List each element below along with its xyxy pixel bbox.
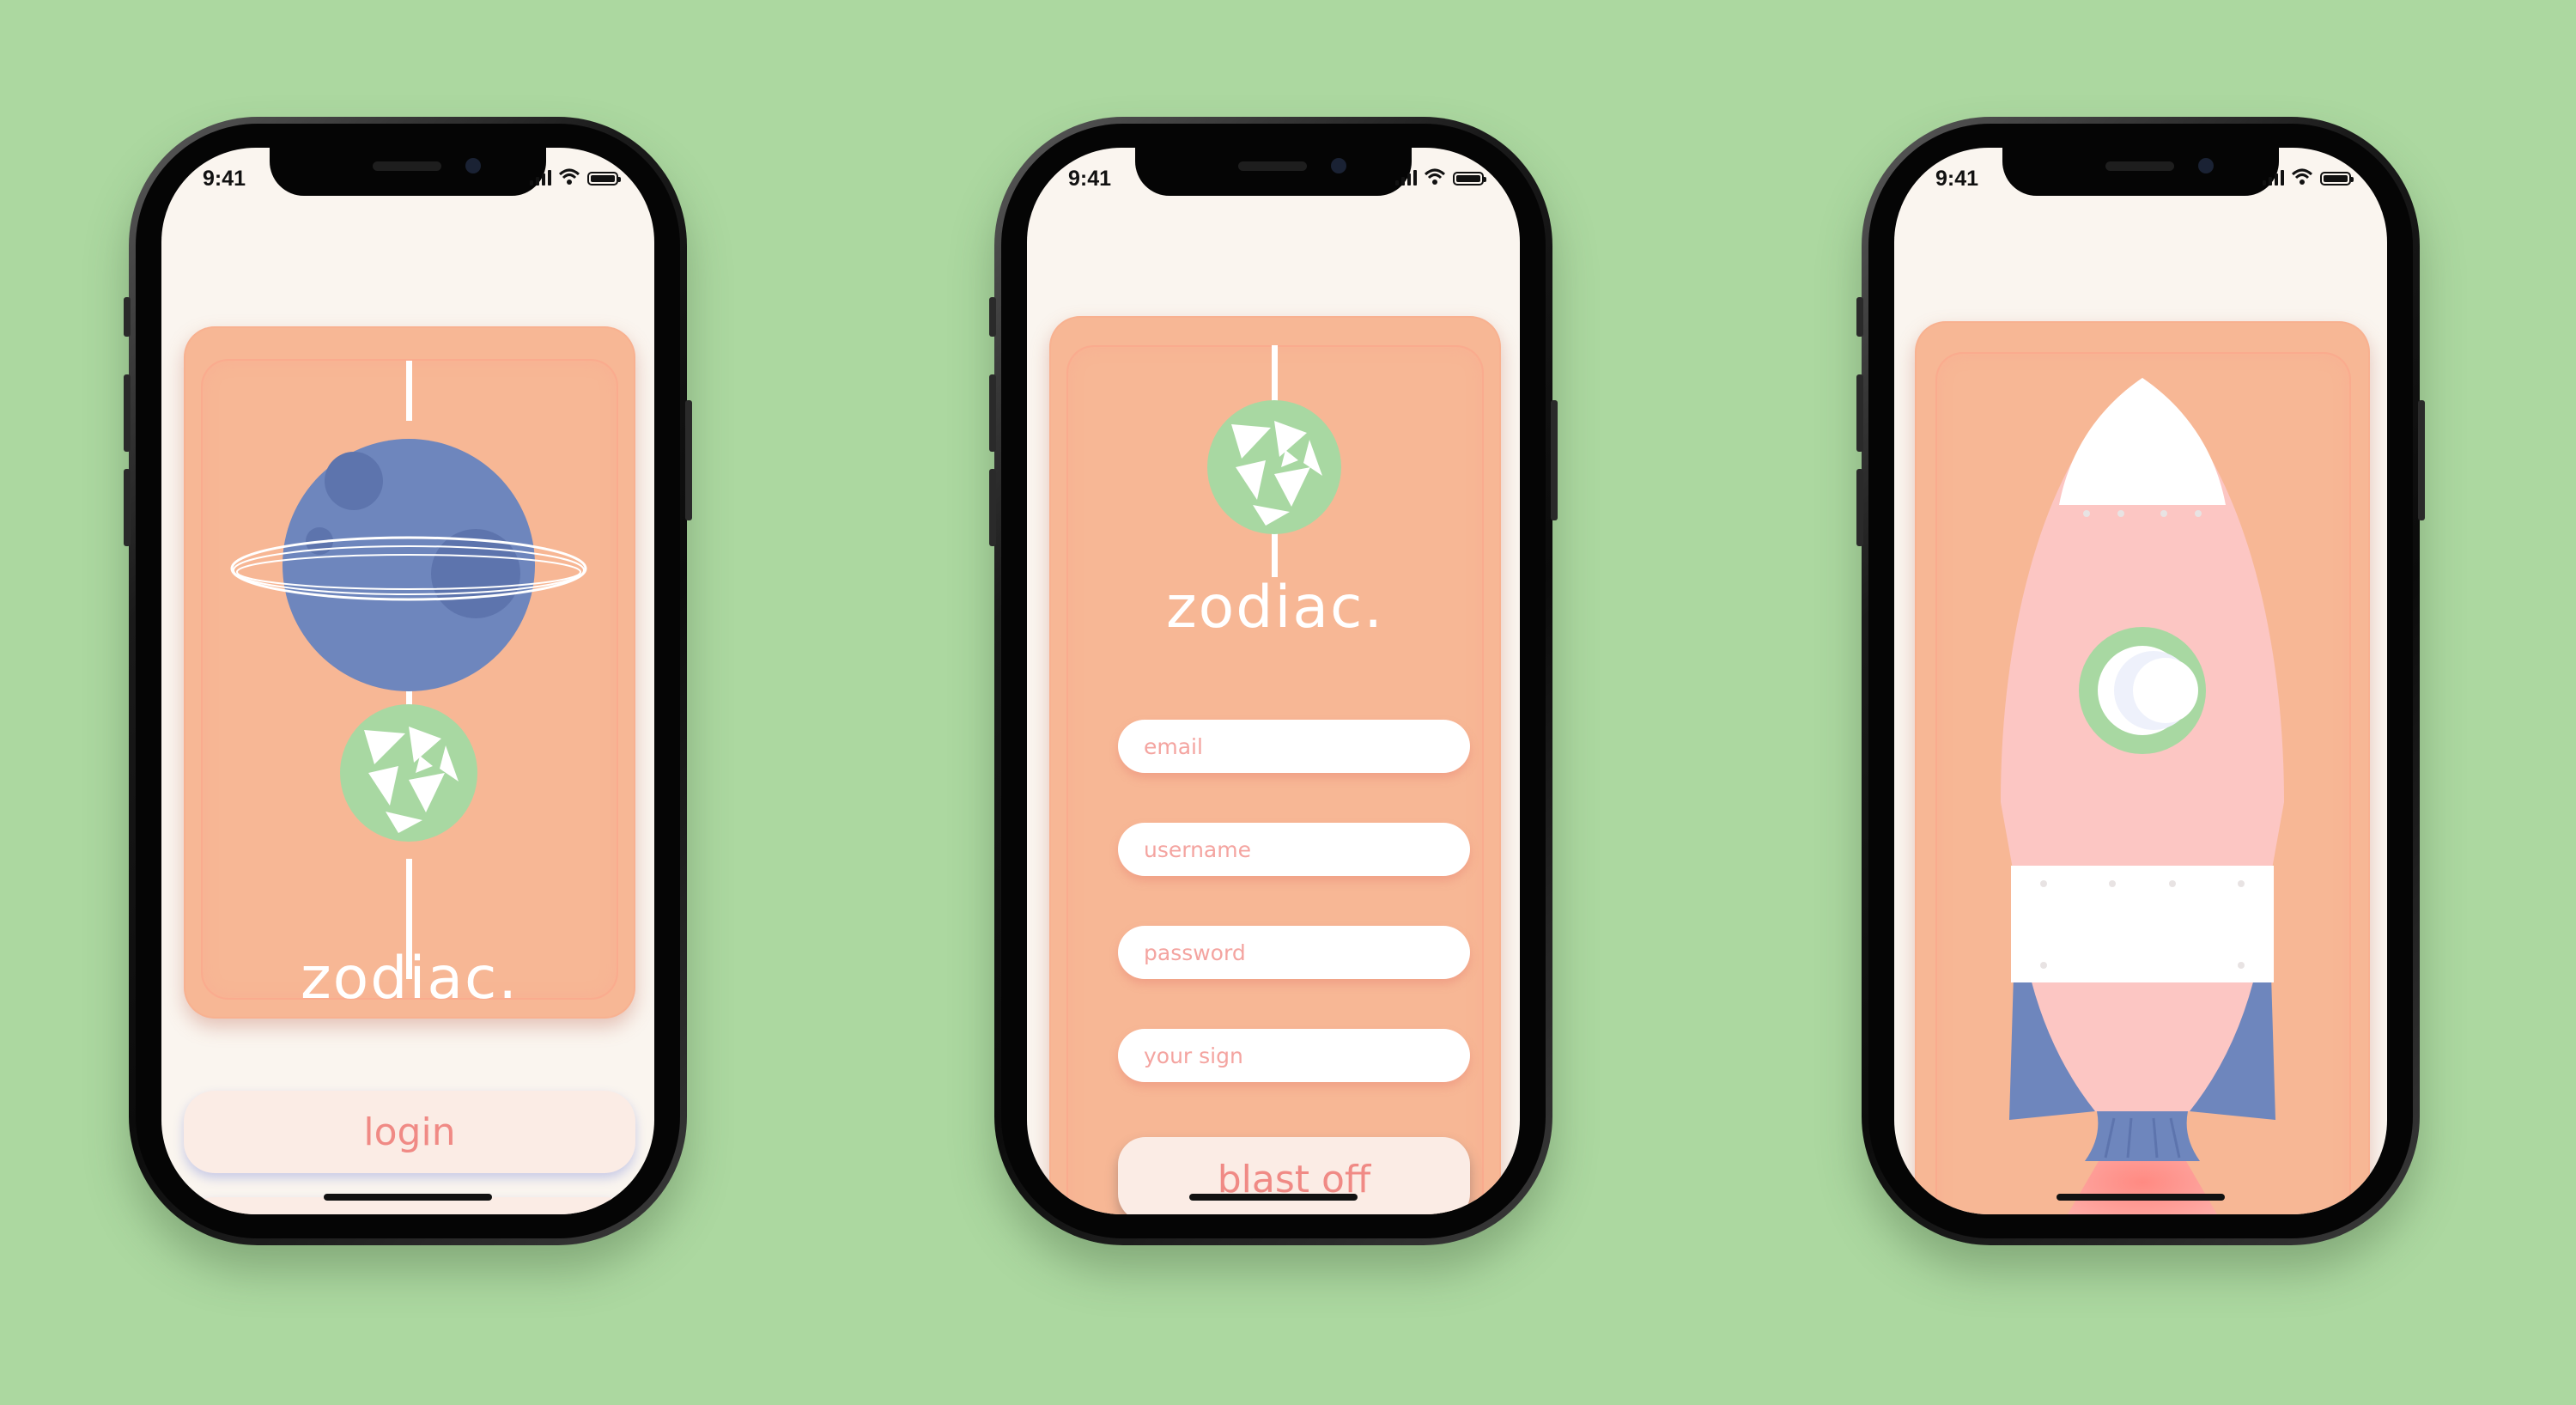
notch — [270, 148, 546, 196]
home-indicator — [1189, 1194, 1358, 1201]
signup-screen: 9:41 zodiac. email username password you… — [1027, 148, 1520, 1214]
rocket-screen: 9:41 — [1894, 148, 2387, 1214]
signal-icon — [530, 168, 551, 186]
hero-card: zodiac. — [184, 326, 635, 1019]
status-time: 9:41 — [1935, 167, 1979, 191]
login-button[interactable]: login — [184, 1091, 635, 1173]
username-field[interactable]: username — [1118, 823, 1470, 876]
phone-frame-welcome: 9:41 zodiac. login — [124, 117, 692, 1245]
status-time: 9:41 — [1068, 167, 1112, 191]
brand-logo: zodiac. — [1165, 574, 1385, 642]
battery-icon — [587, 172, 621, 186]
signup-card: zodiac. email username password your sig… — [1049, 316, 1501, 1214]
home-indicator — [2057, 1194, 2225, 1201]
phone-frame-rocket: 9:41 — [1856, 117, 2425, 1245]
rocket-illustration — [2001, 378, 2284, 1214]
status-icons — [2263, 168, 2354, 186]
planet-illustration — [230, 361, 587, 979]
signal-icon — [1395, 168, 1417, 186]
notch — [1135, 148, 1412, 196]
wifi-icon — [1424, 168, 1446, 185]
wifi-icon — [2291, 168, 2313, 185]
username-placeholder: username — [1144, 836, 1251, 862]
signal-icon — [2263, 168, 2284, 186]
battery-icon — [1453, 172, 1486, 186]
sign-placeholder: your sign — [1144, 1043, 1243, 1068]
status-icons — [530, 168, 621, 186]
rocket-card — [1915, 321, 2370, 1214]
password-placeholder: password — [1144, 940, 1246, 965]
home-indicator — [324, 1194, 492, 1201]
email-field[interactable]: email — [1118, 720, 1470, 773]
welcome-screen: 9:41 zodiac. login — [161, 148, 654, 1214]
wifi-icon — [558, 168, 580, 185]
sign-field[interactable]: your sign — [1118, 1029, 1470, 1082]
brand-logo: zodiac. — [300, 945, 519, 1013]
notch — [2002, 148, 2279, 196]
battery-icon — [2320, 172, 2354, 186]
password-field[interactable]: password — [1118, 926, 1470, 979]
blast-off-button[interactable]: blast off — [1118, 1137, 1470, 1214]
status-icons — [1395, 168, 1486, 186]
email-placeholder: email — [1144, 733, 1203, 759]
status-time: 9:41 — [203, 167, 246, 191]
phone-frame-signup: 9:41 zodiac. email username password you… — [989, 117, 1558, 1245]
